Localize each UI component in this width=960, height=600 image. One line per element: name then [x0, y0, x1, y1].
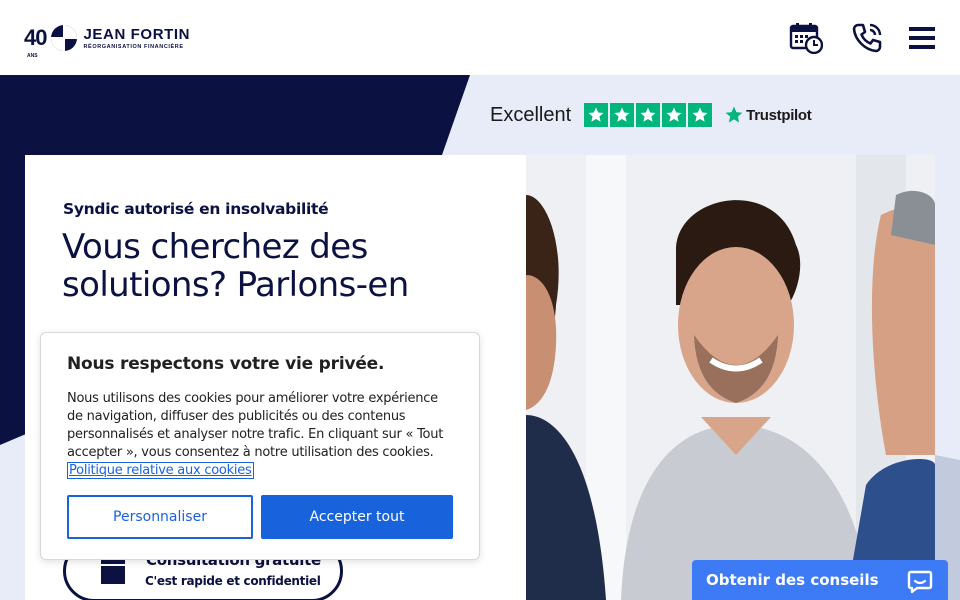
logo[interactable]: 40 ANS JEAN FORTIN RÉORGANISATION FINANCI…	[24, 22, 190, 59]
star-icon	[688, 103, 713, 127]
chat-label: Obtenir des conseils	[706, 571, 879, 589]
logo-anniversary-sub: ANS	[27, 53, 38, 59]
logo-anniversary: 40 ANS	[24, 25, 48, 59]
people-illustration	[526, 155, 935, 600]
logo-tagline: RÉORGANISATION FINANCIÈRE	[83, 43, 184, 50]
hero-headline: Vous cherchez des solutions? Parlons-en	[62, 227, 409, 305]
trustpilot-rating-label: Excellent	[490, 103, 572, 126]
trustpilot-brand: Trustpilot	[746, 106, 812, 124]
trustpilot-logo: Trustpilot	[724, 105, 812, 125]
cookie-policy-link[interactable]: Politique relative aux cookies	[67, 462, 254, 479]
star-icon	[584, 103, 609, 127]
consultation-subtitle: C'est rapide et confidentiel	[145, 574, 321, 588]
trustpilot-star-icon	[725, 106, 743, 123]
star-icon	[662, 103, 687, 127]
cookie-title: Nous respectons votre vie privée.	[67, 354, 385, 374]
cookie-body: Nous utilisons des cookies pour améliore…	[67, 391, 444, 460]
hero-photo	[526, 155, 935, 600]
phone-icon[interactable]	[851, 22, 885, 54]
trustpilot-stars	[584, 103, 713, 127]
site-header: 40 ANS JEAN FORTIN RÉORGANISATION FINANCI…	[0, 0, 960, 75]
logo-name: JEAN FORTIN	[83, 25, 191, 43]
cookie-text: Nous utilisons des cookies pour améliore…	[67, 390, 449, 480]
cookie-consent-banner: Nous respectons votre vie privée. Nous u…	[40, 332, 480, 560]
hero-eyebrow: Syndic autorisé en insolvabilité	[63, 200, 329, 218]
calendar-clock-icon[interactable]	[789, 22, 823, 54]
trustpilot-widget[interactable]: Excellent Trustpilot	[490, 101, 812, 129]
chat-bubble-icon	[907, 570, 933, 594]
star-icon	[610, 103, 635, 127]
calendar-icon	[101, 558, 125, 584]
star-icon	[636, 103, 661, 127]
accept-all-button[interactable]: Accepter tout	[261, 495, 453, 539]
logo-text: JEAN FORTIN RÉORGANISATION FINANCIÈRE	[83, 27, 190, 50]
customize-button[interactable]: Personnaliser	[67, 495, 253, 539]
menu-icon[interactable]	[905, 22, 937, 54]
logo-mark-icon	[50, 24, 79, 52]
chat-widget[interactable]: Obtenir des conseils	[692, 560, 948, 600]
